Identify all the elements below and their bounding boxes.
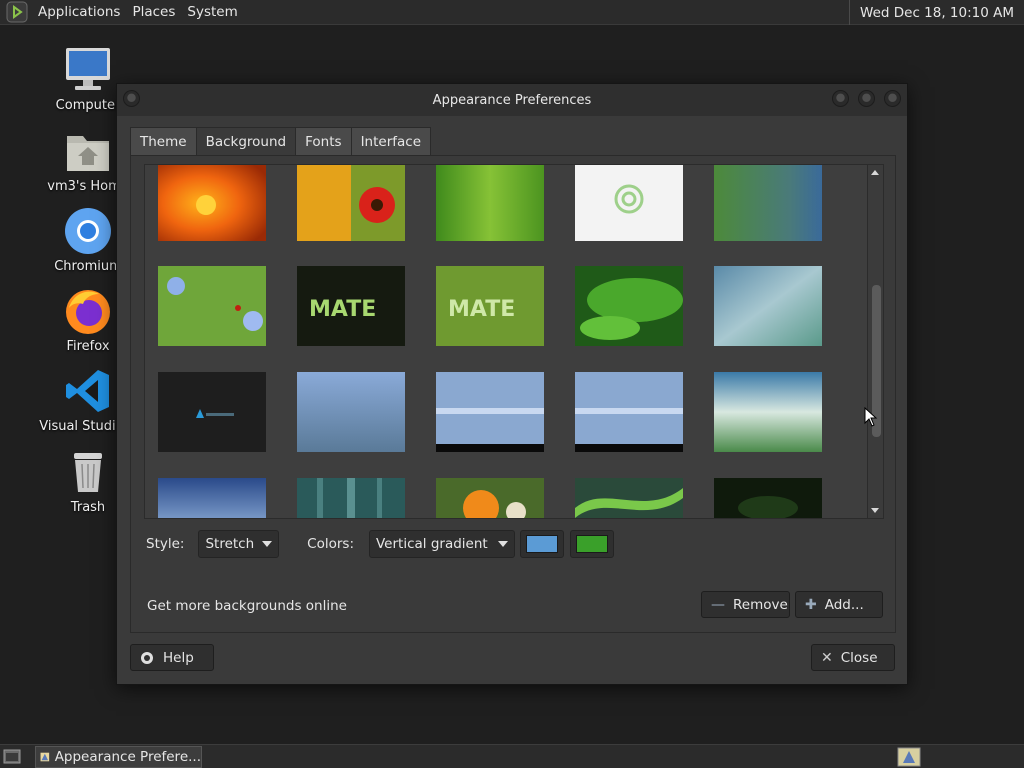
background-thumb-blue-green-waves[interactable] <box>714 266 822 346</box>
primary-color-button[interactable] <box>520 530 564 558</box>
colors-value: Vertical gradient <box>376 536 488 552</box>
secondary-color-swatch <box>576 535 608 553</box>
mate-logo-icon[interactable] <box>6 1 28 23</box>
menu-places[interactable]: Places <box>126 4 181 20</box>
background-thumb-mate-dark[interactable]: MATE <box>297 266 405 346</box>
help-button-label: Help <box>163 649 194 666</box>
minus-icon: — <box>711 596 725 613</box>
maximize-button[interactable] <box>858 90 875 107</box>
svg-text:MATE: MATE <box>309 297 376 322</box>
scroll-up-arrow[interactable] <box>871 170 879 175</box>
primary-color-swatch <box>526 535 558 553</box>
window-menu-button[interactable] <box>123 90 140 107</box>
remove-button[interactable]: — Remove <box>701 591 790 618</box>
minimize-button[interactable] <box>832 90 849 107</box>
background-thumb-aurora[interactable] <box>575 478 683 518</box>
remove-button-label: Remove <box>733 596 788 613</box>
menu-system[interactable]: System <box>181 4 243 20</box>
appearance-app-icon <box>40 752 50 762</box>
background-tab-page: MATE MATE Style: Stretch Colors: Vertica… <box>130 155 896 633</box>
chevron-down-icon <box>262 541 273 547</box>
chromium-icon <box>65 208 111 254</box>
grid-scrollbar[interactable] <box>867 165 883 518</box>
background-thumb-blue-sky[interactable] <box>158 478 266 518</box>
background-thumb-orange-dandelion[interactable] <box>436 478 544 518</box>
style-label: Style: <box>146 536 185 552</box>
secondary-color-button[interactable] <box>570 530 614 558</box>
background-thumb-dark-green[interactable] <box>714 478 822 518</box>
desktop-icon-label: Chromium <box>54 259 122 274</box>
background-thumb-green-grass[interactable] <box>436 165 544 241</box>
appearance-preferences-window: Appearance Preferences Theme Background … <box>116 83 908 685</box>
tab-theme[interactable]: Theme <box>130 127 197 155</box>
window-title: Appearance Preferences <box>432 92 592 108</box>
background-thumb-archlinux-dark[interactable] <box>158 372 266 452</box>
background-thumb-red-flower[interactable] <box>297 165 405 241</box>
close-button-label: Close <box>840 649 878 666</box>
taskbar-appearance-preferences[interactable]: Appearance Prefere... <box>35 746 202 768</box>
tab-fonts[interactable]: Fonts <box>295 127 352 155</box>
chevron-down-icon <box>498 541 508 547</box>
trash-icon <box>74 453 102 492</box>
add-button-label: Add... <box>824 596 864 613</box>
menu-applications[interactable]: Applications <box>32 4 126 20</box>
background-thumb-blue-reflection[interactable] <box>436 372 544 452</box>
colors-label: Colors: <box>307 536 354 552</box>
bottom-panel: Appearance Prefere... <box>0 744 1024 768</box>
background-thumb-teal-stripes[interactable] <box>297 478 405 518</box>
help-lifebuoy-icon <box>141 651 153 664</box>
style-colors-row: Style: Stretch Colors: Vertical gradient <box>146 529 886 559</box>
background-thumb-ladybug-flowers[interactable] <box>158 266 266 346</box>
add-button[interactable]: ✚ Add... <box>795 591 883 618</box>
style-dropdown[interactable]: Stretch <box>198 530 280 558</box>
desktop-icon-label: Firefox <box>66 339 110 354</box>
plus-icon: ✚ <box>805 596 817 613</box>
close-button[interactable]: ✕ Close <box>811 644 895 671</box>
desktop-icon-label: Computer <box>55 98 121 113</box>
preferences-notebook: Theme Background Fonts Interface MATE MA… <box>130 127 896 633</box>
window-titlebar[interactable]: Appearance Preferences <box>117 84 907 116</box>
vscode-icon <box>66 370 109 412</box>
background-thumb-mate-green[interactable]: MATE <box>436 266 544 346</box>
background-grid: MATE MATE <box>144 164 884 519</box>
computer-icon <box>66 48 110 90</box>
get-more-backgrounds-link[interactable]: Get more backgrounds online <box>147 598 347 614</box>
tab-bar: Theme Background Fonts Interface <box>130 127 432 156</box>
top-panel: Applications Places System Wed Dec 18, 1… <box>0 0 1024 25</box>
clock[interactable]: Wed Dec 18, 10:10 AM <box>849 0 1024 25</box>
background-thumb-green-blue-waves[interactable] <box>714 165 822 241</box>
tab-background[interactable]: Background <box>195 127 297 156</box>
desktop-icon-label: Trash <box>70 500 106 515</box>
background-thumb-blue-crystals[interactable] <box>297 372 405 452</box>
close-window-button[interactable] <box>884 90 901 107</box>
background-thumb-mate-white[interactable] <box>575 165 683 241</box>
mouse-pointer-icon <box>864 407 878 427</box>
background-thumb-orange-flower[interactable] <box>158 165 266 241</box>
workspace-switcher-icon[interactable] <box>897 747 921 767</box>
background-thumb-blue-reflection-2[interactable] <box>575 372 683 452</box>
scroll-down-arrow[interactable] <box>871 508 879 513</box>
colors-dropdown[interactable]: Vertical gradient <box>369 530 515 558</box>
firefox-icon <box>66 290 110 334</box>
background-thumb-green-leaves[interactable] <box>575 266 683 346</box>
style-value: Stretch <box>205 536 255 552</box>
home-folder-icon <box>67 136 109 171</box>
background-thumb-green-mist[interactable] <box>714 372 822 452</box>
show-desktop-icon[interactable] <box>3 748 21 766</box>
taskbar-item-label: Appearance Prefere... <box>54 749 201 765</box>
help-button[interactable]: Help <box>130 644 214 671</box>
close-icon: ✕ <box>821 649 833 666</box>
tab-interface[interactable]: Interface <box>350 127 432 155</box>
svg-text:MATE: MATE <box>448 297 515 322</box>
